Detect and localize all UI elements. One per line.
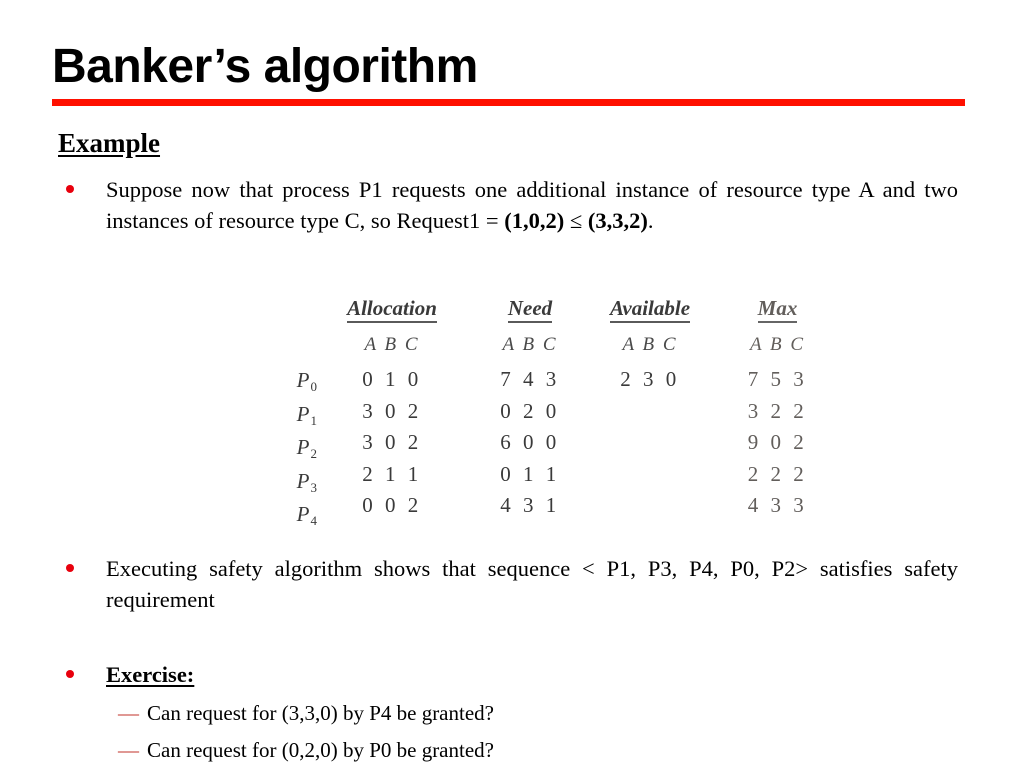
table-column-processes: P0 P1 P2 P3 P4	[262, 296, 317, 533]
subbullet-item-request-p4: — Can request for (3,3,0) by P4 be grante…	[118, 700, 494, 726]
column-header-available: Available	[609, 296, 691, 323]
bullet-item-suppose: Suppose now that process P1 requests one…	[66, 174, 958, 236]
column-header-need: Need	[507, 296, 553, 323]
table-cell: 4 3 1	[500, 493, 560, 517]
bullet-dot-icon	[66, 185, 74, 193]
title-divider	[52, 99, 965, 106]
em-dash-icon: —	[118, 738, 139, 762]
bullet-text-exercise: Exercise:	[106, 662, 195, 687]
table-cell: 6 0 0	[500, 430, 560, 454]
bullet-text-suppose: Suppose now that process P1 requests one…	[106, 177, 958, 233]
bullet-item-exercise: Exercise:	[66, 659, 566, 690]
section-heading-example: Example	[58, 128, 161, 158]
em-dash-icon: —	[118, 701, 139, 725]
table-cell: 0 1 1	[500, 461, 560, 486]
bullet-dot-icon	[66, 564, 74, 572]
table-row-label: P4	[296, 502, 317, 528]
table-cell: 9 0 2	[747, 430, 808, 454]
table-cell: 2 2 2	[747, 461, 808, 486]
table-cell: 0 1 0	[362, 367, 422, 391]
subbullet-text: Can request for (3,3,0) by P4 be granted…	[147, 701, 494, 725]
table-cell: 0 0 2	[362, 493, 422, 517]
table-row-label: P1	[296, 401, 317, 428]
resource-allocation-table: P0 P1 P2 P3 P4 Allocation A B C 0 1 0 3 …	[250, 296, 850, 528]
column-subheader-abc: A B C	[749, 334, 806, 355]
table-row-label: P0	[296, 368, 317, 394]
table-cell: 4 3 3	[747, 493, 808, 517]
table-row-label: P3	[296, 468, 317, 495]
max-values: 7 5 3 3 2 2 9 0 2 2 2 2 4 3 3	[705, 364, 850, 522]
bullet-item-safety: Executing safety algorithm shows that se…	[66, 553, 958, 615]
table-column-allocation: Allocation A B C 0 1 0 3 0 2 3 0 2 2 1 1…	[322, 296, 462, 522]
table-cell: 0 2 0	[500, 398, 560, 423]
bullet-text-safety: Executing safety algorithm shows that se…	[106, 556, 958, 612]
table-row-label: P2	[296, 435, 317, 461]
table-cell: 3 0 2	[362, 430, 422, 454]
column-header-max: Max	[757, 296, 798, 323]
allocation-values: 0 1 0 3 0 2 3 0 2 2 1 1 0 0 2	[322, 364, 462, 522]
table-column-max: Max A B C 7 5 3 3 2 2 9 0 2 2 2 2 4 3 3	[705, 296, 850, 522]
table-cell: 3 2 2	[747, 398, 808, 423]
table-cell: 7 5 3	[747, 367, 808, 391]
column-subheader-abc: A B C	[364, 334, 420, 355]
subbullet-item-request-p0: — Can request for (0,2,0) by P0 be grante…	[118, 737, 494, 763]
table-cell: 2 1 1	[362, 461, 422, 486]
column-header-allocation: Allocation	[347, 296, 437, 323]
column-header-spacer	[262, 296, 316, 365]
page-title: Banker’s algorithm	[52, 40, 478, 93]
table-cell: 3 0 2	[362, 398, 422, 423]
subbullet-text: Can request for (0,2,0) by P0 be granted…	[147, 738, 494, 762]
bullet-dot-icon	[66, 670, 74, 678]
